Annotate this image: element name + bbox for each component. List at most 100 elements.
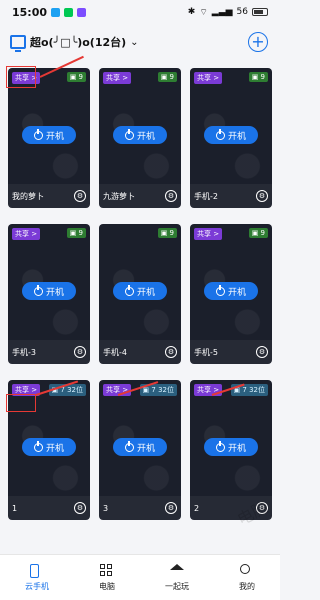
power-icon: [215, 440, 225, 452]
power-on-button[interactable]: 开机: [22, 438, 76, 456]
device-card[interactable]: 共享 > ▣ 7 32位 开机 3 ⚙: [99, 380, 181, 520]
highlight-box: [6, 394, 36, 412]
card-footer: 手机-2 ⚙: [190, 184, 272, 208]
power-label: 开机: [227, 443, 246, 454]
device-card[interactable]: 共享 > ▣ 9 开机 我的萝卜 ⚙: [8, 68, 90, 208]
tab-mine[interactable]: 我的: [239, 563, 255, 592]
add-device-button[interactable]: +: [248, 32, 268, 52]
power-label: 开机: [136, 287, 155, 298]
device-name: 我的萝卜: [12, 191, 44, 201]
device-card[interactable]: 共享 > ▣ 9 开机 手机-2 ⚙: [190, 68, 272, 208]
device-name: 2: [194, 503, 200, 513]
signal-icon: ▂▃▅: [211, 7, 233, 17]
app-icon: [64, 7, 74, 17]
device-name: 手机-3: [12, 347, 36, 357]
user-icon: [240, 563, 254, 578]
card-footer: 手机-4 ⚙: [99, 340, 181, 364]
count-badge: ▣ 9: [157, 72, 177, 82]
status-bar: 15:00 ✱ ⌔ ▂▃▅ 56: [0, 0, 280, 24]
tab-label: 电脑: [99, 581, 115, 591]
count-badge: ▣ 9: [157, 228, 177, 238]
chevron-down-icon[interactable]: ⌄: [130, 37, 138, 48]
tab-computer[interactable]: 电脑: [99, 563, 115, 592]
device-icon: [10, 35, 26, 52]
settings-gear-icon[interactable]: ⚙: [165, 190, 177, 202]
settings-gear-icon[interactable]: ⚙: [256, 190, 268, 202]
tab-play-together[interactable]: 一起玩: [165, 563, 189, 592]
settings-gear-icon[interactable]: ⚙: [74, 346, 86, 358]
settings-gear-icon[interactable]: ⚙: [165, 346, 177, 358]
card-footer: 手机-5 ⚙: [190, 340, 272, 364]
device-card[interactable]: 共享 > ▣ 9 开机 九游萝卜 ⚙: [99, 68, 181, 208]
bitness-tag: 32位: [67, 386, 83, 394]
status-time: 15:00: [12, 5, 48, 19]
tab-cloud-phone[interactable]: 云手机: [25, 563, 49, 592]
power-label: 开机: [45, 443, 64, 454]
count-value: 9: [260, 73, 265, 81]
power-on-button[interactable]: 开机: [204, 438, 258, 456]
power-on-button[interactable]: 开机: [113, 282, 167, 300]
count-value: 9: [78, 229, 83, 237]
count-badge: ▣ 9: [248, 228, 268, 238]
app-icon: [77, 7, 87, 17]
power-on-button[interactable]: 开机: [113, 438, 167, 456]
tab-label: 云手机: [25, 581, 49, 591]
card-footer: 3 ⚙: [99, 496, 181, 520]
app-icon: [51, 7, 61, 17]
network-text: 56: [236, 7, 248, 17]
power-label: 开机: [136, 131, 155, 142]
settings-gear-icon[interactable]: ⚙: [165, 502, 177, 514]
bluetooth-icon: ✱: [187, 7, 196, 17]
share-badge[interactable]: 共享 >: [194, 384, 223, 396]
home-icon: [170, 563, 184, 578]
settings-gear-icon[interactable]: ⚙: [256, 346, 268, 358]
settings-gear-icon[interactable]: ⚙: [74, 502, 86, 514]
power-on-button[interactable]: 开机: [22, 282, 76, 300]
card-footer: 九游萝卜 ⚙: [99, 184, 181, 208]
count-value: 9: [169, 229, 174, 237]
count-value: 9: [78, 73, 83, 81]
device-card[interactable]: 共享 > ▣ 9 开机 手机-3 ⚙: [8, 224, 90, 364]
share-badge[interactable]: 共享 >: [103, 72, 132, 84]
tab-label: 我的: [239, 581, 255, 591]
power-label: 开机: [45, 287, 64, 298]
card-footer: 1 ⚙: [8, 496, 90, 520]
battery-icon: [252, 8, 268, 16]
count-value: 9: [169, 73, 174, 81]
power-label: 开机: [45, 131, 64, 142]
power-icon: [124, 284, 134, 296]
device-card[interactable]: 共享 > ▣ 9 开机 手机-5 ⚙: [190, 224, 272, 364]
card-footer: 我的萝卜 ⚙: [8, 184, 90, 208]
share-badge[interactable]: 共享 >: [194, 72, 223, 84]
power-icon: [215, 284, 225, 296]
card-footer: 手机-3 ⚙: [8, 340, 90, 364]
power-label: 开机: [136, 443, 155, 454]
bitness-tag: 32位: [158, 386, 174, 394]
share-badge[interactable]: 共享 >: [194, 228, 223, 240]
count-badge: ▣ 9: [66, 72, 86, 82]
header: 超o(╯□╰)o(12台) ⌄ +: [0, 24, 280, 60]
device-name: 手机-2: [194, 191, 218, 201]
share-badge[interactable]: 共享 >: [12, 228, 41, 240]
phone-icon: [30, 563, 44, 578]
power-on-button[interactable]: 开机: [113, 126, 167, 144]
power-icon: [33, 128, 43, 140]
pc-icon: [100, 563, 114, 578]
power-on-button[interactable]: 开机: [22, 126, 76, 144]
power-label: 开机: [227, 131, 246, 142]
power-on-button[interactable]: 开机: [204, 282, 258, 300]
count-value: 7: [151, 386, 156, 394]
power-icon: [215, 128, 225, 140]
power-icon: [124, 440, 134, 452]
device-name: 3: [103, 503, 109, 513]
device-name: 手机-5: [194, 347, 218, 357]
count-value: 7: [242, 386, 247, 394]
status-right: ✱ ⌔ ▂▃▅ 56: [188, 7, 268, 18]
power-icon: [124, 128, 134, 140]
device-card[interactable]: ▣ 9 开机 手机-4 ⚙: [99, 224, 181, 364]
count-badge: ▣ 9: [248, 72, 268, 82]
device-group-title[interactable]: 超o(╯□╰)o(12台): [30, 34, 126, 50]
power-on-button[interactable]: 开机: [204, 126, 258, 144]
device-name: 手机-4: [103, 347, 127, 357]
settings-gear-icon[interactable]: ⚙: [74, 190, 86, 202]
